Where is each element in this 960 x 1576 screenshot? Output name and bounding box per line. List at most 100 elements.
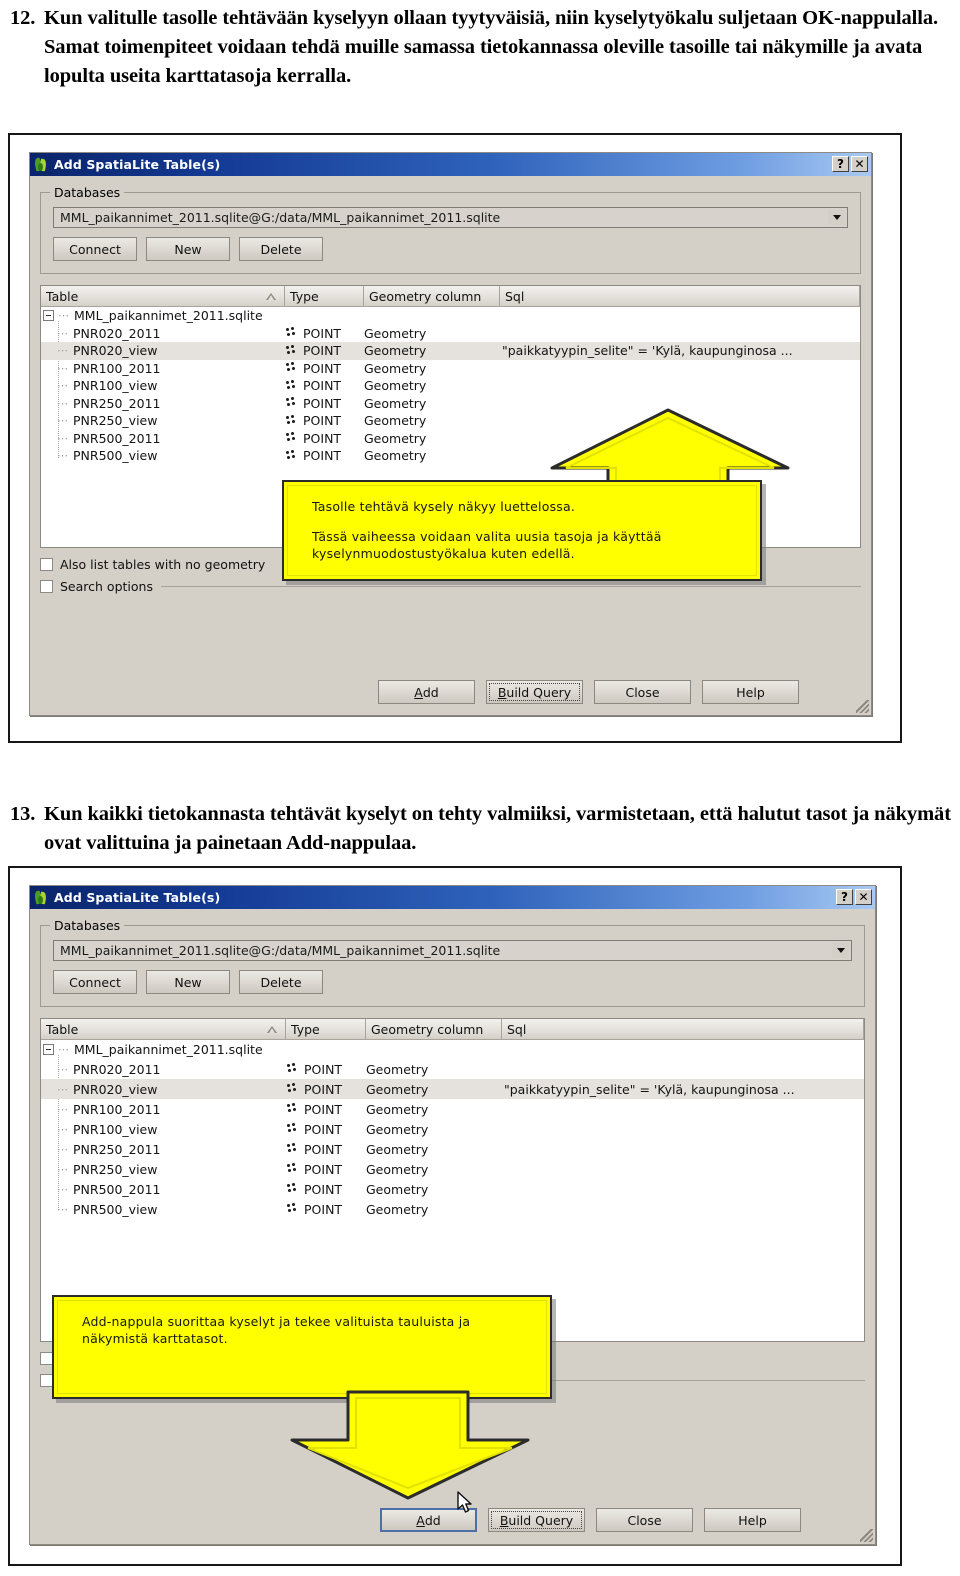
instruction-step-13: 13. Kun kaikki tietokannasta tehtävät ky… xyxy=(10,800,954,858)
table-row-name: PNR020_2011 xyxy=(73,325,161,341)
point-geometry-icon xyxy=(286,1063,299,1075)
callout-1-line-1: Tasolle tehtävä kysely näkyy luettelossa… xyxy=(312,499,576,514)
table-row[interactable]: ⋯ PNR100_2011 POINT Geometry xyxy=(41,360,860,378)
delete-button[interactable]: Delete xyxy=(239,237,323,261)
qgis-leaf-icon xyxy=(33,157,49,173)
column-header-sql[interactable]: Sql xyxy=(500,286,860,306)
add-button[interactable]: Add xyxy=(378,680,475,704)
table-row-name: PNR500_view xyxy=(73,1201,158,1217)
column-header-table[interactable]: Table xyxy=(41,286,285,306)
table-row-name: PNR500_view xyxy=(73,448,158,464)
collapse-expand-icon[interactable] xyxy=(43,310,54,322)
instruction-step-12-number: 12. xyxy=(10,7,36,29)
new-button[interactable]: New xyxy=(146,970,230,994)
table-row[interactable]: ⋯ PNR100_view POINT Geometry xyxy=(41,1119,864,1139)
also-list-tables-label: Also list tables with no geometry xyxy=(60,557,266,572)
dialog-title: Add SpatiaLite Table(s) xyxy=(54,890,221,905)
table-row[interactable]: ⋯ PNR250_view POINT Geometry xyxy=(41,1159,864,1179)
column-header-sql-label: Sql xyxy=(507,1021,527,1037)
build-query-button[interactable]: Build Query xyxy=(486,680,583,704)
help-title-button[interactable]: ? xyxy=(832,156,849,172)
table-row[interactable]: ⋯ PNR020_2011 POINT Geometry xyxy=(41,1059,864,1079)
close-button[interactable]: Close xyxy=(596,1508,693,1532)
search-options-checkbox-box[interactable] xyxy=(40,580,53,593)
table-row[interactable]: ⋯ PNR100_2011 POINT Geometry xyxy=(41,1099,864,1119)
table-row[interactable]: ⋯ PNR500_2011 POINT Geometry xyxy=(41,1179,864,1199)
close-title-button[interactable]: ✕ xyxy=(851,156,868,172)
instruction-step-12: 12. Kun valitulle tasolle tehtävään kyse… xyxy=(10,4,950,91)
table-row-name: PNR020_view xyxy=(73,343,158,359)
delete-button[interactable]: Delete xyxy=(239,970,323,994)
point-geometry-icon xyxy=(285,379,298,392)
build-query-button[interactable]: Build Query xyxy=(488,1508,585,1532)
tables-header-row: Table Type Geometry column Sql xyxy=(41,286,860,307)
table-row-type: POINT xyxy=(304,1181,343,1197)
tables-tree-view-2[interactable]: Table Type Geometry column Sql ⋯ MML_pai… xyxy=(40,1018,865,1342)
callout-2-line-1: Add-nappula suorittaa kyselyt ja tekee v… xyxy=(82,1314,471,1346)
table-row-type: POINT xyxy=(303,378,342,394)
table-row-type: POINT xyxy=(303,413,342,429)
resize-grip[interactable] xyxy=(860,1529,873,1542)
help-button[interactable]: Help xyxy=(702,680,799,704)
search-options-checkbox[interactable]: Search options xyxy=(40,579,861,594)
table-row-geometry: Geometry xyxy=(364,343,427,359)
also-list-tables-checkbox-box[interactable] xyxy=(40,558,53,571)
table-row-type: POINT xyxy=(304,1081,343,1097)
column-header-type-label: Type xyxy=(290,288,319,304)
table-row-type: POINT xyxy=(303,360,342,376)
table-row[interactable]: ⋯ PNR250_2011 POINT Geometry xyxy=(41,1139,864,1159)
point-geometry-icon xyxy=(286,1083,299,1095)
column-header-geometry-column[interactable]: Geometry column xyxy=(366,1019,502,1039)
table-row-name: PNR500_2011 xyxy=(73,430,161,446)
qgis-leaf-icon xyxy=(33,890,49,906)
table-row-name: PNR250_view xyxy=(73,413,158,429)
table-row-geometry: Geometry xyxy=(366,1121,429,1137)
table-row-type: POINT xyxy=(304,1061,343,1077)
databases-button-row: Connect New Delete xyxy=(53,237,848,261)
point-geometry-icon xyxy=(286,1103,299,1115)
table-row-name: PNR100_2011 xyxy=(73,1101,161,1117)
connect-button[interactable]: Connect xyxy=(53,970,137,994)
point-geometry-icon xyxy=(286,1183,299,1195)
table-row-geometry: Geometry xyxy=(366,1061,429,1077)
column-header-geometry-column[interactable]: Geometry column xyxy=(364,286,500,306)
connect-button[interactable]: Connect xyxy=(53,237,137,261)
help-title-button[interactable]: ? xyxy=(836,889,853,905)
table-row-type: POINT xyxy=(303,430,342,446)
add-button[interactable]: Add xyxy=(380,1508,477,1532)
column-header-geometry-label: Geometry column xyxy=(369,288,482,304)
database-connection-combo[interactable]: MML_paikannimet_2011.sqlite@G:/data/MML_… xyxy=(53,940,852,961)
table-row[interactable]: ⋯ PNR020_2011 POINT Geometry xyxy=(41,325,860,343)
column-header-table[interactable]: Table xyxy=(41,1019,286,1039)
tree-root-row[interactable]: ⋯ MML_paikannimet_2011.sqlite xyxy=(41,1040,864,1059)
database-connection-combo[interactable]: MML_paikannimet_2011.sqlite@G:/data/MML_… xyxy=(53,207,848,228)
resize-grip[interactable] xyxy=(856,700,869,713)
point-geometry-icon xyxy=(286,1163,299,1175)
close-button[interactable]: Close xyxy=(594,680,691,704)
titlebar-buttons: ? ✕ xyxy=(832,156,868,172)
table-row-geometry: Geometry xyxy=(364,448,427,464)
column-header-type[interactable]: Type xyxy=(285,286,364,306)
table-row-type: POINT xyxy=(303,343,342,359)
table-row-geometry: Geometry xyxy=(364,360,427,376)
tables-header-row: Table Type Geometry column Sql xyxy=(41,1019,864,1040)
close-title-button[interactable]: ✕ xyxy=(855,889,872,905)
chevron-down-icon[interactable] xyxy=(832,943,849,958)
table-row-type: POINT xyxy=(304,1121,343,1137)
chevron-down-icon[interactable] xyxy=(828,210,845,225)
tree-root-row[interactable]: ⋯ MML_paikannimet_2011.sqlite xyxy=(41,307,860,325)
new-button[interactable]: New xyxy=(146,237,230,261)
table-row-name: PNR100_view xyxy=(73,1121,158,1137)
table-row[interactable]: ⋯ PNR500_view POINT Geometry xyxy=(41,1199,864,1219)
dialog-title: Add SpatiaLite Table(s) xyxy=(54,157,221,172)
tree-root-label: MML_paikannimet_2011.sqlite xyxy=(74,308,263,324)
table-row[interactable]: ⋯ PNR020_view POINT Geometry "paikkatyypi… xyxy=(41,1079,864,1099)
column-header-sql[interactable]: Sql xyxy=(502,1019,864,1039)
column-header-type[interactable]: Type xyxy=(286,1019,366,1039)
table-row-type: POINT xyxy=(304,1141,343,1157)
table-row-name: PNR250_view xyxy=(73,1161,158,1177)
table-row[interactable]: ⋯ PNR020_view POINT Geometry "paikkatyypi… xyxy=(41,342,860,360)
collapse-expand-icon[interactable] xyxy=(43,1044,54,1055)
table-row[interactable]: ⋯ PNR100_view POINT Geometry xyxy=(41,377,860,395)
help-button[interactable]: Help xyxy=(704,1508,801,1532)
